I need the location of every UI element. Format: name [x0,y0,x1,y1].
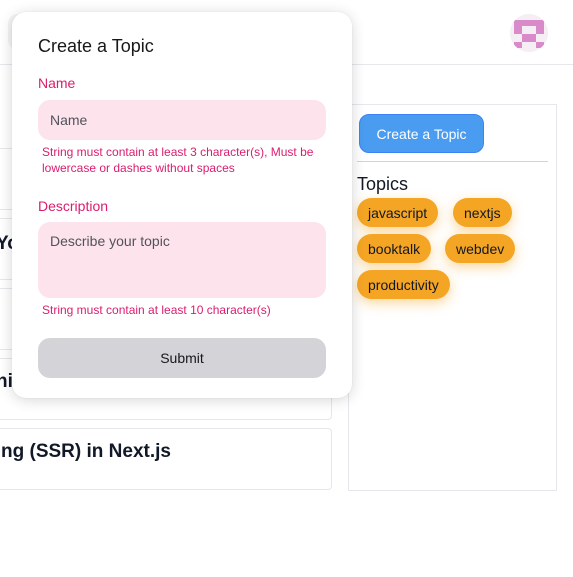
post-title[interactable]: ng (SSR) in Next.js [1,441,171,463]
description-label: Description [38,198,109,214]
avatar[interactable] [510,14,548,52]
name-error-message: String must contain at least 3 character… [42,145,314,175]
name-input[interactable] [38,100,326,140]
topics-sidebar: Create a Topic Topics javascript nextjs … [348,104,557,491]
post-title[interactable]: hi [0,371,13,393]
description-error-message: String must contain at least 10 characte… [42,303,271,317]
create-topic-popover: Create a Topic Name String must contain … [12,12,352,398]
popover-title: Create a Topic [38,36,154,56]
topics-heading: Topics [357,174,409,194]
create-topic-button[interactable]: Create a Topic [359,114,484,153]
description-textarea[interactable] [38,222,326,298]
topic-chip-javascript[interactable]: javascript [357,198,439,227]
topic-chip-booktalk[interactable]: booktalk [357,234,432,263]
submit-button[interactable]: Submit [38,338,326,378]
name-label: Name [38,75,76,91]
sidebar-divider [357,161,548,162]
topic-chip-webdev[interactable]: webdev [445,234,516,263]
identicon-avatar-icon [510,14,548,52]
topic-chip-nextjs[interactable]: nextjs [453,198,512,227]
post-card[interactable]: ng (SSR) in Next.js [0,428,332,490]
topic-chip-productivity[interactable]: productivity [357,270,450,299]
page: Yo hi ng (SSR) in Next.js Create a Topic… [0,0,573,577]
